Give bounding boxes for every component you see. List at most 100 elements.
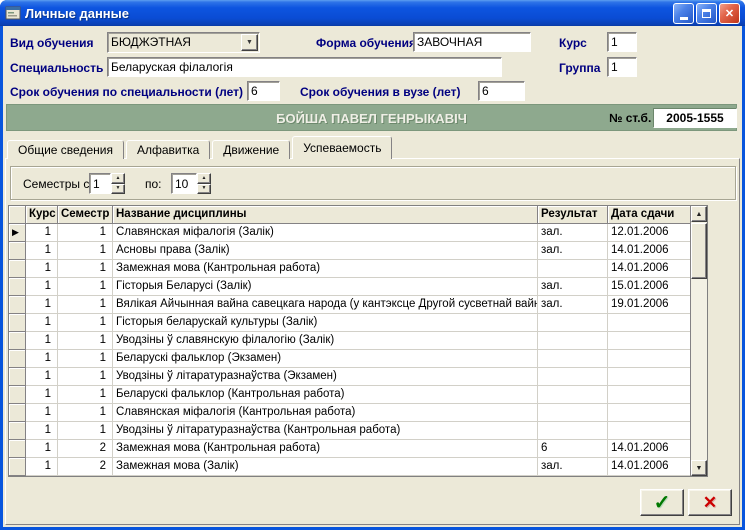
tab-obshchie-svedeniya[interactable]: Общие сведения	[7, 140, 124, 159]
gruppa-field[interactable]: 1	[607, 57, 637, 77]
table-row[interactable]: 11Уводзіны ў літаратуразнаўства (Кантрол…	[9, 422, 690, 440]
column-header-kurs[interactable]: Курс	[26, 206, 58, 224]
row-selector[interactable]	[9, 386, 26, 404]
cell-result[interactable]: зал.	[538, 278, 608, 296]
cell-semestr[interactable]: 1	[58, 314, 113, 332]
table-row[interactable]: 11Беларускі фальклор (Кантрольная работа…	[9, 386, 690, 404]
cell-semestr[interactable]: 1	[58, 332, 113, 350]
scroll-down-button[interactable]: ▼	[691, 460, 707, 476]
close-button[interactable]: ✕	[719, 3, 740, 24]
cell-result[interactable]: 6	[538, 440, 608, 458]
cell-semestr[interactable]: 1	[58, 368, 113, 386]
cell-result[interactable]: зал.	[538, 296, 608, 314]
table-row[interactable]: 11Асновы права (Залік)зал.14.01.2006	[9, 242, 690, 260]
cell-result[interactable]: зал.	[538, 242, 608, 260]
cell-result[interactable]	[538, 332, 608, 350]
combo-dropdown-button[interactable]: ▼	[241, 34, 258, 51]
column-header-discipline[interactable]: Название дисциплины	[113, 206, 538, 224]
cell-kurs[interactable]: 1	[26, 242, 58, 260]
cell-result[interactable]	[538, 260, 608, 278]
cell-name[interactable]: Уводзіны ў літаратуразнаўства (Экзамен)	[113, 368, 538, 386]
cell-name[interactable]: Замежная мова (Залік)	[113, 458, 538, 476]
tab-alfavitka[interactable]: Алфавитка	[126, 140, 210, 159]
cell-name[interactable]: Гісторыя Беларусі (Залік)	[113, 278, 538, 296]
cancel-button[interactable]: ✕	[688, 489, 732, 516]
cell-date[interactable]	[608, 332, 692, 350]
tab-dvizhenie[interactable]: Движение	[212, 140, 290, 159]
cell-date[interactable]	[608, 350, 692, 368]
table-row[interactable]: 11Уводзіны ў літаратуразнаўства (Экзамен…	[9, 368, 690, 386]
cell-semestr[interactable]: 1	[58, 296, 113, 314]
cell-date[interactable]	[608, 314, 692, 332]
column-header-semestr[interactable]: Семестр	[58, 206, 113, 224]
scroll-up-button[interactable]: ▲	[691, 206, 707, 222]
semester-from-spinner[interactable]: 1 ▲ ▼	[89, 173, 125, 194]
cell-result[interactable]	[538, 368, 608, 386]
vid-obucheniya-combo[interactable]: БЮДЖЭТНАЯ ▼	[107, 32, 260, 53]
cell-name[interactable]: Асновы права (Залік)	[113, 242, 538, 260]
table-row[interactable]: 12Замежная мова (Кантрольная работа)614.…	[9, 440, 690, 458]
row-selector[interactable]	[9, 458, 26, 476]
row-selector[interactable]	[9, 332, 26, 350]
cell-kurs[interactable]: 1	[26, 296, 58, 314]
row-selector[interactable]	[9, 296, 26, 314]
cell-kurs[interactable]: 1	[26, 260, 58, 278]
row-selector[interactable]	[9, 404, 26, 422]
cell-result[interactable]	[538, 314, 608, 332]
cell-date[interactable]: 14.01.2006	[608, 260, 692, 278]
cell-date[interactable]	[608, 386, 692, 404]
current-row-marker[interactable]: ▶	[9, 224, 26, 242]
row-selector[interactable]	[9, 260, 26, 278]
cell-semestr[interactable]: 1	[58, 242, 113, 260]
forma-obucheniya-field[interactable]: ЗАВОЧНАЯ	[413, 32, 531, 52]
cell-semestr[interactable]: 2	[58, 440, 113, 458]
cell-date[interactable]: 14.01.2006	[608, 440, 692, 458]
table-row[interactable]: 11Гісторыя беларускай культуры (Залік)	[9, 314, 690, 332]
row-selector[interactable]	[9, 242, 26, 260]
row-selector[interactable]	[9, 422, 26, 440]
cell-name[interactable]: Беларускі фальклор (Кантрольная работа)	[113, 386, 538, 404]
cell-date[interactable]	[608, 404, 692, 422]
cell-semestr[interactable]: 2	[58, 458, 113, 476]
spin-down-button[interactable]: ▼	[111, 184, 125, 195]
cell-name[interactable]: Беларускі фальклор (Экзамен)	[113, 350, 538, 368]
cell-kurs[interactable]: 1	[26, 386, 58, 404]
cell-name[interactable]: Уводзіны ў славянскую філалогію (Залік)	[113, 332, 538, 350]
row-selector[interactable]	[9, 278, 26, 296]
cell-name[interactable]: Замежная мова (Кантрольная работа)	[113, 440, 538, 458]
semester-to-spinner[interactable]: 10 ▲ ▼	[171, 173, 211, 194]
cell-kurs[interactable]: 1	[26, 314, 58, 332]
cell-name[interactable]: Славянская міфалогія (Кантрольная работа…	[113, 404, 538, 422]
cell-kurs[interactable]: 1	[26, 278, 58, 296]
cell-semestr[interactable]: 1	[58, 260, 113, 278]
cell-result[interactable]: зал.	[538, 224, 608, 242]
table-row[interactable]: 11Замежная мова (Кантрольная работа)14.0…	[9, 260, 690, 278]
table-scrollbar[interactable]: ▲ ▼	[690, 206, 707, 476]
tab-uspevaemost[interactable]: Успеваемость	[292, 136, 392, 159]
spin-up-button[interactable]: ▲	[197, 173, 211, 184]
table-row[interactable]: 11Вялікая Айчынная вайна савецкага народ…	[9, 296, 690, 314]
cell-kurs[interactable]: 1	[26, 458, 58, 476]
cell-result[interactable]	[538, 404, 608, 422]
cell-kurs[interactable]: 1	[26, 224, 58, 242]
spin-up-button[interactable]: ▲	[111, 173, 125, 184]
cell-date[interactable]	[608, 422, 692, 440]
cell-kurs[interactable]: 1	[26, 332, 58, 350]
spin-down-button[interactable]: ▼	[197, 184, 211, 195]
row-selector[interactable]	[9, 368, 26, 386]
cell-semestr[interactable]: 1	[58, 404, 113, 422]
spetsialnost-field[interactable]: Беларуская філалогія	[107, 57, 502, 77]
cell-semestr[interactable]: 1	[58, 224, 113, 242]
cell-kurs[interactable]: 1	[26, 404, 58, 422]
cell-name[interactable]: Гісторыя беларускай культуры (Залік)	[113, 314, 538, 332]
table-row[interactable]: 11Славянская міфалогія (Кантрольная рабо…	[9, 404, 690, 422]
confirm-button[interactable]: ✓	[640, 489, 684, 516]
srok-vuz-field[interactable]: 6	[478, 81, 525, 101]
cell-semestr[interactable]: 1	[58, 278, 113, 296]
cell-semestr[interactable]: 1	[58, 350, 113, 368]
table-row[interactable]: 11Уводзіны ў славянскую філалогію (Залік…	[9, 332, 690, 350]
cell-result[interactable]	[538, 350, 608, 368]
cell-result[interactable]	[538, 386, 608, 404]
srok-spec-field[interactable]: 6	[247, 81, 280, 101]
cell-date[interactable]: 14.01.2006	[608, 458, 692, 476]
